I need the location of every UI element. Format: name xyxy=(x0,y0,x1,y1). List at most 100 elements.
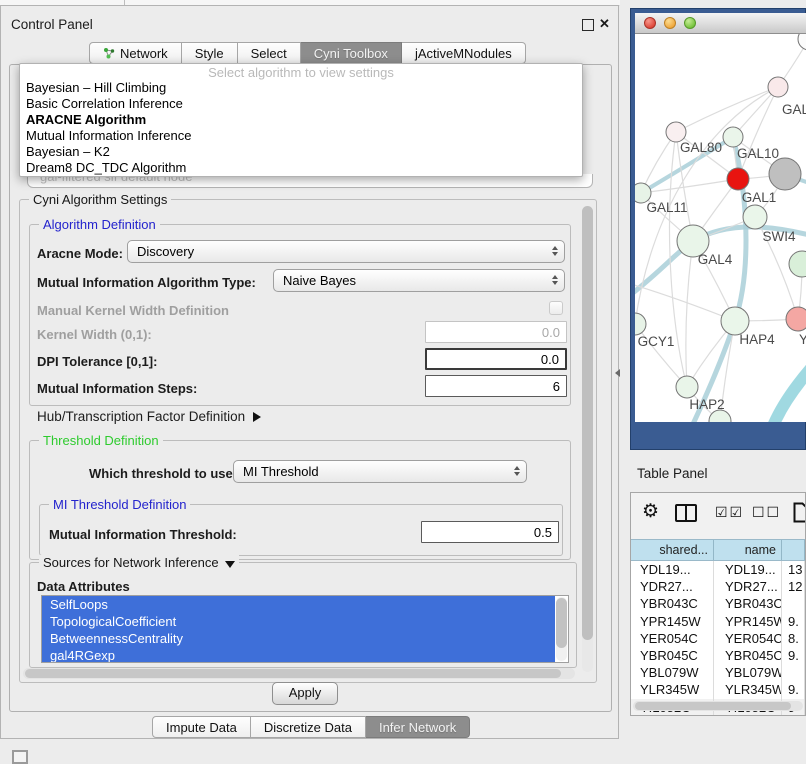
data-attribute-item[interactable]: BetweennessCentrality xyxy=(42,630,555,647)
manual-kernel-label: Manual Kernel Width Definition xyxy=(37,303,229,318)
tab-discretize-data[interactable]: Discretize Data xyxy=(251,716,366,738)
close-circle-icon[interactable] xyxy=(644,17,656,29)
node-label: HAP4 xyxy=(739,332,775,347)
kernel-width-label: Kernel Width (0,1): xyxy=(37,327,152,342)
algorithm-option[interactable]: Dream8 DC_TDC Algorithm xyxy=(20,160,582,176)
node-label: GAL11 xyxy=(646,200,687,215)
table-row[interactable]: YDL19...YDL19...13 xyxy=(631,561,805,578)
table-horizontal-scrollbar[interactable] xyxy=(633,701,803,711)
tab-jactivemnodules[interactable]: jActiveMNodules xyxy=(402,42,526,64)
tab-label: Cyni Toolbox xyxy=(314,46,388,61)
mi-type-combo[interactable]: Naive Bayes xyxy=(273,269,565,292)
network-node-hap4[interactable] xyxy=(721,307,749,335)
network-node-gal[interactable] xyxy=(768,77,788,97)
network-node-gal1[interactable] xyxy=(727,168,749,190)
tab-label: Impute Data xyxy=(166,720,237,735)
which-threshold-combo[interactable]: MI Threshold xyxy=(233,460,527,483)
network-node-gal10[interactable] xyxy=(723,127,743,147)
algorithm-option[interactable]: Mutual Information Inference xyxy=(20,128,582,144)
network-node[interactable] xyxy=(798,34,806,50)
tab-cyni-toolbox[interactable]: Cyni Toolbox xyxy=(301,42,402,64)
minimize-circle-icon[interactable] xyxy=(664,17,676,29)
kernel-width-field[interactable] xyxy=(425,321,567,343)
column-header[interactable]: shared... xyxy=(631,540,714,560)
document-icon[interactable] xyxy=(793,502,806,526)
data-attribute-item[interactable]: SelfLoops xyxy=(42,596,555,613)
tab-infer-network[interactable]: Infer Network xyxy=(366,716,470,738)
table-row[interactable]: YBR043CYBR043C xyxy=(631,595,805,612)
algorithm-option[interactable]: Bayesian – K2 xyxy=(20,144,582,160)
manual-kernel-checkbox[interactable] xyxy=(549,301,563,315)
table-cell: YER054C xyxy=(631,630,714,647)
column-header[interactable] xyxy=(782,540,805,560)
node-label: GAL xyxy=(782,102,806,117)
table-header: shared...name xyxy=(631,539,805,561)
node-label: GAL80 xyxy=(680,140,722,155)
tab-style[interactable]: Style xyxy=(182,42,238,64)
algorithm-option[interactable]: ARACNE Algorithm xyxy=(20,112,582,128)
control-panel-window: Control Panel ✕ NetworkStyleSelectCyni T… xyxy=(0,5,619,739)
algorithm-option[interactable]: Bayesian – Hill Climbing xyxy=(20,80,582,96)
close-icon[interactable]: ✕ xyxy=(599,16,610,32)
combo-value: MI Threshold xyxy=(243,464,319,479)
network-node[interactable] xyxy=(789,251,806,277)
dropdown-placeholder: Select algorithm to view settings xyxy=(20,64,582,80)
expand-right-icon xyxy=(253,412,261,422)
table-cell xyxy=(782,595,805,612)
network-canvas[interactable]: GALGAL80GAL10GAL1GAL11SWI4GAL4GCY1HAP4YH… xyxy=(635,34,806,422)
algorithm-option[interactable]: Basic Correlation Inference xyxy=(20,96,582,112)
bottom-tabbar: Impute Data Discretize DataInfer Network xyxy=(152,716,470,738)
table-row[interactable]: YBR045CYBR045C9. xyxy=(631,647,805,664)
table-row[interactable]: YDR27...YDR27...12 xyxy=(631,578,805,595)
mi-threshold-field[interactable] xyxy=(421,521,559,543)
data-attributes-listbox[interactable]: SelfLoopsTopologicalCoefficientBetweenne… xyxy=(41,595,569,663)
aracne-mode-combo[interactable]: Discovery xyxy=(127,240,565,263)
table-cell: YER054C xyxy=(714,630,782,647)
list-scrollbar[interactable] xyxy=(556,597,567,661)
settings-scrollbar[interactable] xyxy=(582,206,593,672)
tab-impute-data[interactable]: Impute Data xyxy=(152,716,251,738)
float-icon[interactable] xyxy=(582,19,594,31)
deselect-all-icon[interactable]: ☐☐ xyxy=(752,504,781,521)
which-threshold-label: Which threshold to use: xyxy=(89,466,237,481)
spinner-arrows-icon xyxy=(514,466,520,476)
node-label: GCY1 xyxy=(638,334,675,349)
gear-icon[interactable]: ⚙ xyxy=(642,500,659,523)
network-node-hap2[interactable] xyxy=(676,376,698,398)
tab-select[interactable]: Select xyxy=(238,42,301,64)
table-cell: YBR043C xyxy=(631,595,714,612)
table-cell: YDL19... xyxy=(631,561,714,578)
select-all-icon[interactable]: ☑☑ xyxy=(715,504,744,521)
column-header[interactable]: name xyxy=(714,540,782,560)
network-node-y[interactable] xyxy=(786,307,806,331)
mi-steps-field[interactable] xyxy=(425,375,567,397)
combo-value: Naive Bayes xyxy=(283,273,356,288)
table-cell: YLR345W xyxy=(714,681,782,698)
splitter-collapse-icon[interactable] xyxy=(615,369,620,377)
table-row[interactable]: YPR145WYPR145W9. xyxy=(631,613,805,630)
table-cell: YBR045C xyxy=(631,647,714,664)
network-node[interactable] xyxy=(769,158,801,190)
split-columns-icon[interactable] xyxy=(675,504,697,522)
network-node-gcy1[interactable] xyxy=(635,313,646,335)
tab-network[interactable]: Network xyxy=(89,42,182,64)
hub-definition-label: Hub/Transcription Factor Definition xyxy=(37,409,245,424)
table-cell: YBR045C xyxy=(714,647,782,664)
node-label: SWI4 xyxy=(762,229,795,244)
dpi-tolerance-field[interactable] xyxy=(425,348,567,370)
data-attribute-item[interactable]: gal4RGexp xyxy=(42,647,555,663)
sources-toggle[interactable]: Sources for Network Inference xyxy=(39,555,239,570)
zoom-circle-icon[interactable] xyxy=(684,17,696,29)
hub-definition-toggle[interactable]: Hub/Transcription Factor Definition xyxy=(37,409,261,424)
table-row[interactable]: YBL079WYBL079W xyxy=(631,664,805,681)
algorithm-dropdown-popup: Select algorithm to view settings Bayesi… xyxy=(19,63,583,177)
data-attribute-item[interactable]: TopologicalCoefficient xyxy=(42,613,555,630)
table-cell: YDR27... xyxy=(714,578,782,595)
network-node-gal80[interactable] xyxy=(666,122,686,142)
table-row[interactable]: YLR345WYLR345W9. xyxy=(631,681,805,698)
table-row[interactable]: YER054CYER054C8. xyxy=(631,630,805,647)
horizontal-scrollbar[interactable] xyxy=(23,668,575,679)
apply-button[interactable]: Apply xyxy=(272,682,338,705)
mi-steps-label: Mutual Information Steps: xyxy=(37,381,197,396)
network-node-swi4[interactable] xyxy=(743,205,767,229)
